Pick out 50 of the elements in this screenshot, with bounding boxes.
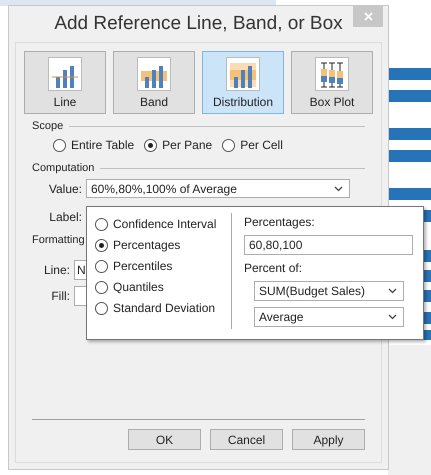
chevron-down-icon [334,186,343,192]
field-label: Value: [48,182,82,196]
bar [388,90,431,102]
percent-of-dropdown[interactable]: SUM(Budget Sales) [254,281,404,301]
dialog-button[interactable]: Cancel [210,429,283,450]
field-label: Fill: [50,289,70,303]
field-label: Label: [48,210,82,224]
percentages-input[interactable]: 60,80,100 [244,235,413,255]
chevron-down-icon [388,288,397,294]
radio-button[interactable] [53,138,66,152]
radio-label: Per Cell [240,138,283,152]
section-title: Formatting [32,234,85,246]
radio-label: Entire Table [71,138,134,152]
radio-label: Quantiles [113,280,164,294]
radio-label: Confidence Interval [113,217,216,231]
radio-button[interactable] [222,138,236,152]
section-title: Scope [32,120,64,132]
radio-button[interactable] [95,280,108,294]
radio-label: Percentages [113,238,180,252]
bar [388,150,431,162]
dialog-button[interactable]: OK [128,429,201,450]
distribution-chart-icon [226,57,260,91]
reference-type-button[interactable]: Box Plot [291,51,373,114]
radio-button[interactable] [95,260,108,272]
chevron-down-icon [388,314,397,320]
value-dropdown[interactable]: 60%,80%,100% of Average [86,179,350,198]
line-chart-icon [48,57,82,91]
field-label: Percent of: [244,261,304,275]
radio-button[interactable] [95,302,108,314]
radio-label: Percentiles [113,259,172,273]
field-label: Percentages: [244,215,316,229]
close-icon [364,12,372,21]
bar [388,128,431,140]
field-label: Line: [42,263,70,277]
reference-type-button[interactable]: Band [113,51,195,114]
radio-button[interactable] [95,218,108,230]
bar [388,188,431,200]
dialog-button[interactable]: Apply [292,429,365,450]
percent-of-dropdown[interactable]: Average [254,307,404,327]
reference-type-button[interactable]: Distribution [202,51,284,114]
radio-label: Per Pane [162,138,212,152]
radio-button[interactable] [144,138,158,152]
reference-type-button[interactable]: Line [24,51,106,114]
boxplot-chart-icon [315,57,349,91]
window-title: Add Reference Line, Band, or Box [54,13,343,35]
band-chart-icon [137,57,171,91]
section-title: Computation [32,162,94,174]
bar [388,68,431,80]
radio-label: Standard Deviation [113,301,216,315]
radio-button[interactable] [95,238,108,252]
